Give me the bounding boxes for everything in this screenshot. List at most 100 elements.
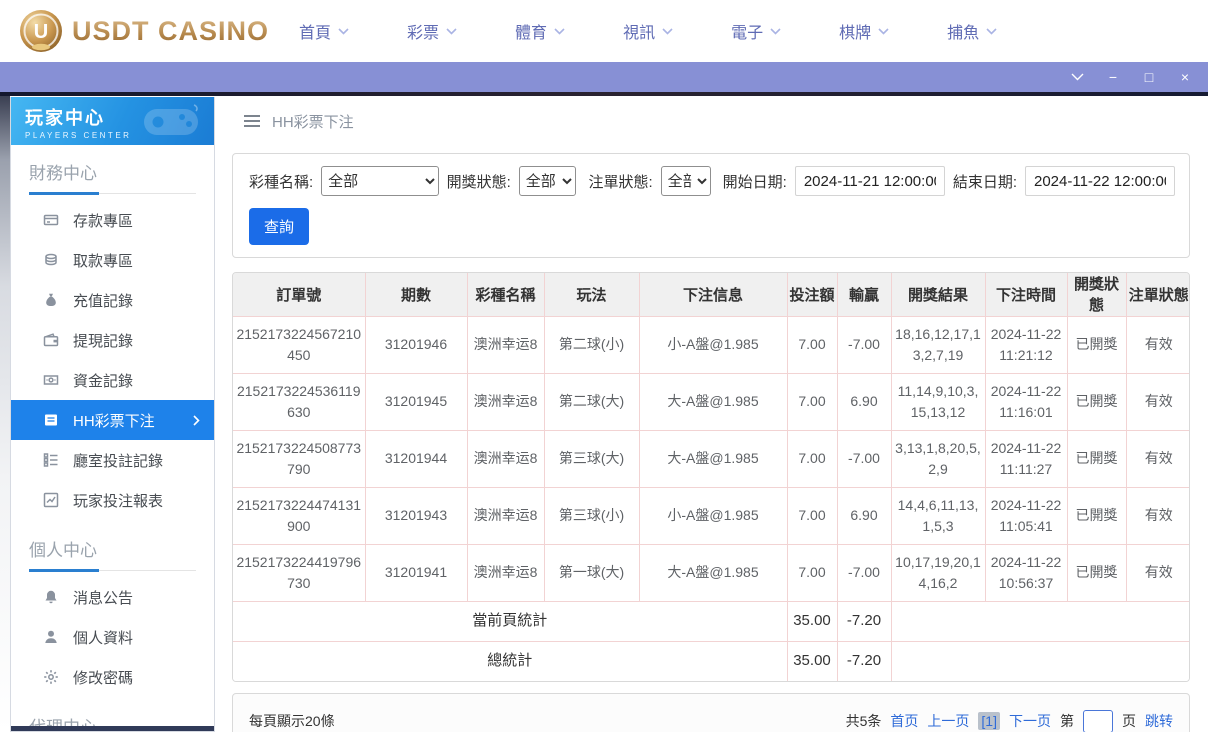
table-cell: 有效 [1125,429,1189,488]
table-cell: 31201941 [364,543,468,602]
summary-empty-cell [890,600,1189,642]
nav-item-fishing[interactable]: 捕魚 [947,19,997,43]
table-cell: 已開獎 [1066,429,1127,488]
window-close-button[interactable]: × [1174,67,1196,87]
sidebar-item-room-bet-records[interactable]: 廳室投註記錄 [11,440,214,480]
search-button[interactable]: 查詢 [249,208,310,245]
table-cell: 澳洲幸运8 [466,429,545,488]
sidebar-section-items: 消息公告 個人資料 修改密碼 [11,571,214,699]
column-header: 彩種名稱 [466,273,545,317]
table-cell: 澳洲幸运8 [466,543,545,602]
nav-item-lottery[interactable]: 彩票 [407,19,457,43]
column-header: 訂單號 [233,273,366,317]
table-cell: 2024-11-22 11:11:27 [984,429,1068,488]
nav-item-label: 首頁 [299,25,332,42]
order-status-select[interactable]: 全部 [660,166,711,196]
column-header: 投注額 [786,273,838,317]
nav-item-home[interactable]: 首頁 [299,19,349,43]
summary-row: 總統計 35.00 -7.20 [233,640,1189,681]
breadcrumb: HH彩票下注 [232,110,1190,132]
summary-label: 總統計 [233,640,788,681]
sidebar-section-title: 財務中心 [29,159,196,195]
table-header-row: 訂單號 期數 彩種名稱 玩法 下注信息 投注額 輸贏 開獎結果 下注時間 開獎狀態 注單狀態 [233,273,1189,317]
nav-item-slots[interactable]: 電子 [731,19,781,43]
table-cell: 大-A盤@1.985 [638,429,788,488]
sidebar-item-withdraw-zone[interactable]: 取款專區 [11,240,214,280]
nav-item-live-video[interactable]: 視訊 [623,19,673,43]
column-header: 開獎狀態 [1066,273,1127,317]
table-cell: 有效 [1125,543,1189,602]
table-cell: -7.00 [836,429,892,488]
next-page-link[interactable]: 下一页 [1009,711,1051,731]
page-jump-input[interactable] [1083,709,1113,732]
table-cell: 第一球(大) [543,543,640,602]
nav-item-label: 體育 [515,25,548,42]
sidebar-item-change-password[interactable]: 修改密碼 [11,657,214,697]
pagination-bar: 每頁顯示20條 共5条 首页 上一页 [1] 下一页 第 页 跳转 [232,693,1190,732]
table-cell: 大-A盤@1.985 [638,543,788,602]
sidebar-item-withdrawal-records[interactable]: 提現記錄 [11,320,214,360]
jump-link[interactable]: 跳转 [1145,711,1173,731]
table-cell: 10,17,19,20,14,16,2 [890,543,986,602]
table-cell: 6.90 [836,372,892,431]
table-cell: 7.00 [786,543,838,602]
nav-item-sports[interactable]: 體育 [515,19,565,43]
hamburger-icon[interactable] [244,115,260,127]
table-cell: 2152173224508773790 [233,429,366,488]
table-row: 2152173224536119630 31201945 澳洲幸运8 第二球(大) 大-… [233,372,1189,431]
window-maximize-button[interactable]: □ [1138,67,1160,87]
gamepad-icon [144,104,198,135]
window-collapse-button[interactable] [1066,67,1088,87]
room-list-icon [43,453,58,467]
sidebar-item-label: 資金記錄 [73,372,134,390]
table-cell: 2152173224419796730 [233,543,366,602]
funds-banknote-icon [43,375,59,385]
sidebar-item-hh-lottery-bets[interactable]: HH彩票下注 [11,400,214,440]
nav-item-chess-cards[interactable]: 棋牌 [839,19,889,43]
window-minimize-button[interactable]: − [1102,67,1124,87]
bets-table: 訂單號 期數 彩種名稱 玩法 下注信息 投注額 輸贏 開獎結果 下注時間 開獎狀態 注單狀態 215… [233,273,1189,681]
sidebar-item-label: 消息公告 [73,589,134,607]
column-header: 輸贏 [836,273,892,317]
column-header: 期數 [364,273,468,317]
table-cell: 第三球(大) [543,429,640,488]
sidebar-section-title: 個人中心 [29,536,196,572]
lottery-name-select[interactable]: 全部 [321,166,439,196]
table-cell: 7.00 [786,429,838,488]
sidebar-item-profile[interactable]: 個人資料 [11,617,214,657]
summary-label: 當前頁統計 [233,600,788,642]
sidebar-item-funds-records[interactable]: 資金記錄 [11,360,214,400]
filter-panel: 彩種名稱: 全部 開獎狀態: 全部 注單狀態: 全部 開始日期: 結束日期: 查… [232,153,1190,258]
table-cell: 2024-11-22 10:56:37 [984,543,1068,602]
chevron-down-icon [986,27,997,35]
table-cell: 7.00 [786,486,838,545]
sidebar-item-label: 充值記錄 [73,292,134,310]
workspace: 玩家中心 PLAYERS CENTER 財務中心 存款專區 取款專區 充值記錄 … [0,96,1208,732]
chevron-down-icon [554,27,565,35]
table-cell: 7.00 [786,315,838,374]
sidebar-section-items: 存款專區 取款專區 充值記錄 提現記錄 資金記錄 HH彩票下注 廳室投註記錄 玩… [11,194,214,522]
table-cell: 大-A盤@1.985 [638,372,788,431]
jump-suffix-text: 页 [1122,713,1136,729]
sidebar-item-announcements[interactable]: 消息公告 [11,577,214,617]
table-cell: 澳洲幸运8 [466,315,545,374]
sidebar-banner: 玩家中心 PLAYERS CENTER [11,97,214,145]
first-page-link[interactable]: 首页 [890,711,918,731]
sidebar-item-deposit-zone[interactable]: 存款專區 [11,200,214,240]
sidebar-item-label: HH彩票下注 [73,412,155,430]
table-cell: 有效 [1125,315,1189,374]
draw-status-select[interactable]: 全部 [518,166,577,196]
start-date-input[interactable] [794,166,945,196]
summary-winloss-total: -7.20 [836,600,892,642]
current-page-indicator: [1] [978,712,1000,730]
sidebar-item-recharge-records[interactable]: 充值記錄 [11,280,214,320]
table-cell: 第三球(小) [543,486,640,545]
sidebar-item-player-bet-report[interactable]: 玩家投注報表 [11,480,214,520]
table-cell: 3,13,1,8,20,5,2,9 [890,429,986,488]
table-cell: -7.00 [836,543,892,602]
table-cell: 31201943 [364,486,468,545]
window-titlebar: − □ × [0,62,1208,92]
top-header: U USDT CASINO 首頁 彩票 體育 視訊 電子 棋牌 捕魚 [0,0,1208,62]
prev-page-link[interactable]: 上一页 [927,711,969,731]
end-date-input[interactable] [1025,166,1175,196]
